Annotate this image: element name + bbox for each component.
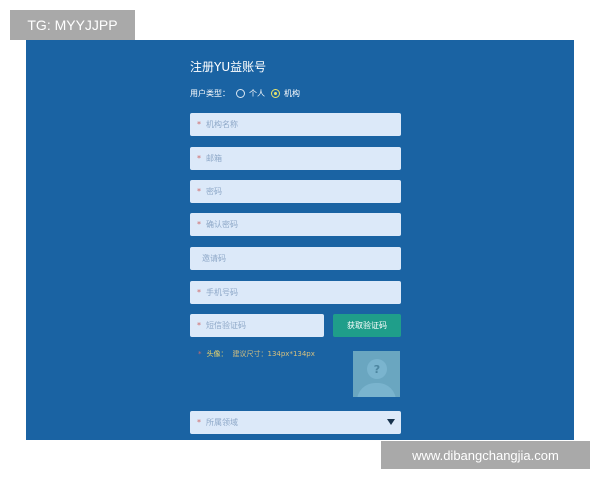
region-select[interactable]: * 所属领域 bbox=[190, 411, 401, 434]
confirm-password-input[interactable]: * 确认密码 bbox=[190, 213, 401, 236]
password-input[interactable]: * 密码 bbox=[190, 180, 401, 203]
password-placeholder: 密码 bbox=[206, 187, 222, 196]
required-star: * bbox=[197, 220, 201, 229]
avatar-label-row: * 头像： 建议尺寸：134px*134px bbox=[198, 349, 315, 359]
user-type-row: 用户类型： 个人 机构 bbox=[190, 88, 300, 99]
avatar-upload[interactable]: ? bbox=[353, 351, 400, 397]
form-title: 注册YU益账号 bbox=[190, 60, 267, 74]
required-star: * bbox=[198, 350, 202, 358]
region-select-placeholder: 所属领域 bbox=[206, 418, 238, 427]
org-name-input[interactable]: * 机构名称 bbox=[190, 113, 401, 136]
phone-input[interactable]: * 手机号码 bbox=[190, 281, 401, 304]
radio-individual-icon[interactable] bbox=[236, 89, 245, 98]
required-star: * bbox=[197, 187, 201, 196]
sms-code-input[interactable]: * 短信验证码 bbox=[190, 314, 324, 337]
site-watermark: www.dibangchangjia.com bbox=[381, 441, 590, 469]
radio-organization[interactable]: 机构 bbox=[271, 88, 300, 99]
radio-organization-label: 机构 bbox=[284, 89, 300, 98]
email-placeholder: 邮箱 bbox=[206, 154, 222, 163]
org-name-placeholder: 机构名称 bbox=[206, 120, 238, 129]
avatar-body-shape bbox=[357, 383, 396, 397]
avatar-label: 头像： bbox=[206, 350, 228, 358]
invite-code-input[interactable]: 邀请码 bbox=[190, 247, 401, 270]
tg-overlay-label: TG: MYYJJPP bbox=[10, 10, 135, 40]
radio-individual[interactable]: 个人 bbox=[236, 88, 265, 99]
required-star: * bbox=[197, 154, 201, 163]
user-type-label: 用户类型： bbox=[190, 89, 230, 98]
radio-individual-label: 个人 bbox=[249, 89, 265, 98]
required-star: * bbox=[197, 288, 201, 297]
get-code-button[interactable]: 获取验证码 bbox=[333, 314, 401, 337]
required-star: * bbox=[197, 321, 201, 330]
required-star: * bbox=[197, 120, 201, 129]
avatar-size-hint: 建议尺寸：134px*134px bbox=[232, 350, 315, 358]
invite-code-placeholder: 邀请码 bbox=[202, 254, 226, 263]
chevron-down-icon[interactable] bbox=[387, 419, 395, 425]
sms-code-placeholder: 短信验证码 bbox=[206, 321, 246, 330]
phone-placeholder: 手机号码 bbox=[206, 288, 238, 297]
confirm-password-placeholder: 确认密码 bbox=[206, 220, 238, 229]
registration-panel bbox=[26, 40, 574, 440]
avatar-placeholder-icon: ? bbox=[367, 359, 387, 379]
radio-organization-icon[interactable] bbox=[271, 89, 280, 98]
required-star: * bbox=[197, 418, 201, 427]
email-input[interactable]: * 邮箱 bbox=[190, 147, 401, 170]
